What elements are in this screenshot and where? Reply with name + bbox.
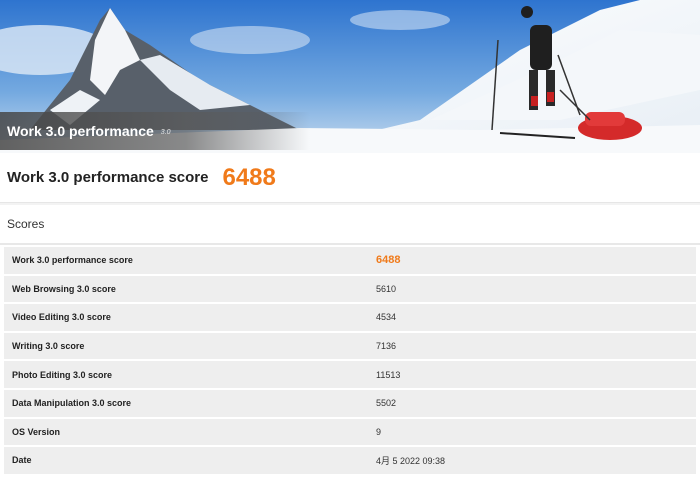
score-summary: Work 3.0 performance score 6488 [0,153,700,203]
table-row: Work 3.0 performance score 6488 [4,247,696,275]
banner-title: Work 3.0 performance [7,123,154,139]
row-label: Photo Editing 3.0 score [12,369,113,380]
row-value: 4534 [376,312,397,323]
table-row: Photo Editing 3.0 score 11513 [4,361,696,389]
table-row: Video Editing 3.0 score 4534 [4,304,696,332]
table-row: OS Version 9 [4,418,696,447]
banner-version: 3.0 [160,128,171,136]
score-summary-value: 6488 [222,163,276,191]
table-row: Date 4月 5 2022 09:38 [4,447,696,475]
row-label: Date [12,455,32,466]
banner-title-bar: Work 3.0 performance 3.0 [0,112,310,150]
row-label: Video Editing 3.0 score [12,312,111,323]
table-row: Data Manipulation 3.0 score 5502 [4,389,696,418]
scores-table: Work 3.0 performance score 6488 Web Brow… [4,247,696,475]
scores-section-title: Scores [0,205,700,245]
row-value: 6488 [376,254,401,267]
row-label: Work 3.0 performance score [12,255,133,266]
row-value: 9 [376,426,382,437]
header-banner: Work 3.0 performance 3.0 [0,0,700,153]
row-label: OS Version [12,426,61,437]
row-label: Data Manipulation 3.0 score [12,398,132,409]
row-value: 11513 [376,369,401,380]
row-value: 5502 [376,398,397,409]
table-row: Writing 3.0 score 7136 [4,332,696,361]
row-value: 4月 5 2022 09:38 [376,455,446,466]
row-value: 7136 [376,341,397,352]
row-label: Web Browsing 3.0 score [12,283,116,294]
table-row: Web Browsing 3.0 score 5610 [4,275,696,304]
score-summary-label: Work 3.0 performance score [7,169,209,186]
row-value: 5610 [376,283,397,294]
row-label: Writing 3.0 score [12,341,85,352]
